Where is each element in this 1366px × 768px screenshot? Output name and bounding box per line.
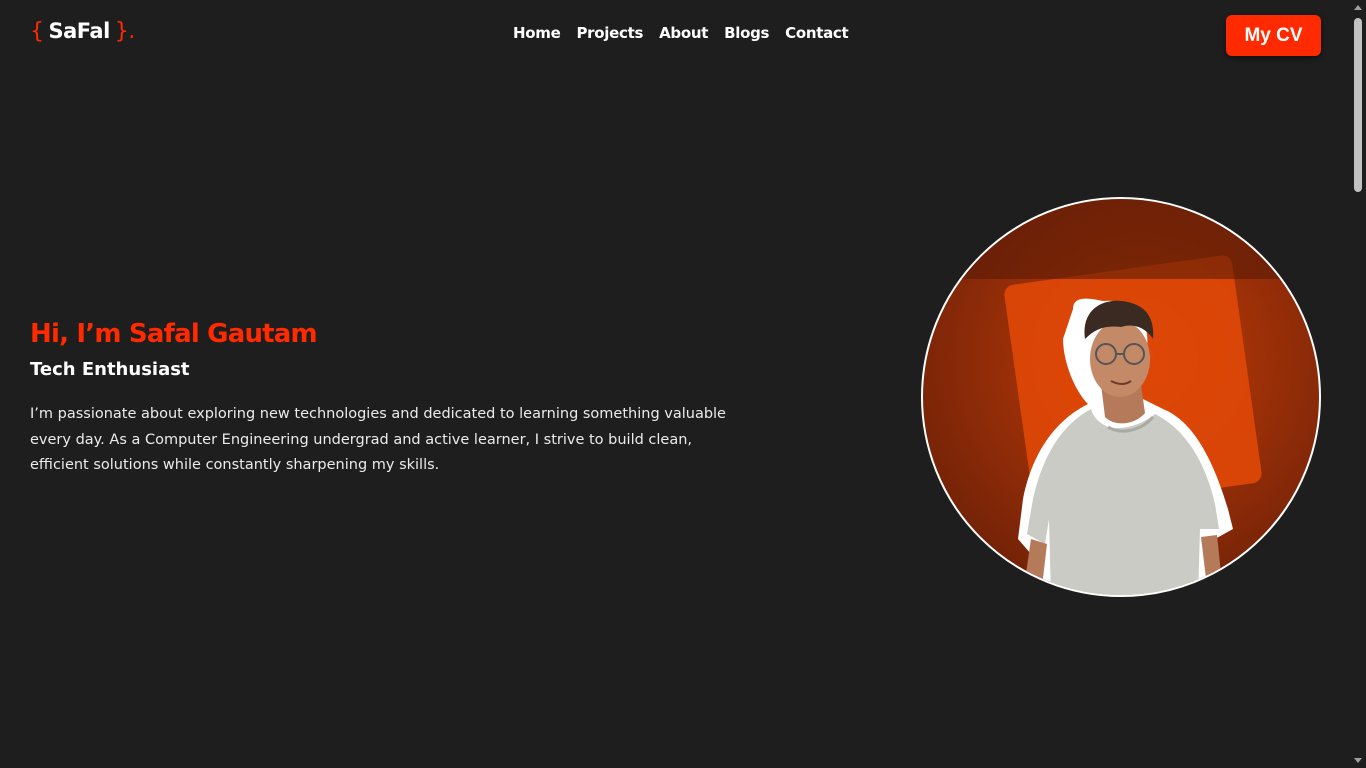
logo-close-brace: }. xyxy=(114,19,136,44)
profile-photo xyxy=(921,197,1321,597)
scroll-thumb[interactable] xyxy=(1354,18,1362,192)
scrollbar[interactable] xyxy=(1350,0,1366,768)
my-cv-button[interactable]: My CV xyxy=(1226,15,1321,56)
nav-about[interactable]: About xyxy=(659,24,708,42)
profile-photo-illustration xyxy=(923,199,1319,595)
logo[interactable]: { SaFal }. xyxy=(30,19,135,44)
hero-description: I’m passionate about exploring new techn… xyxy=(30,406,726,473)
hero-section: Hi, I’m Safal Gautam Tech Enthusiast I’m… xyxy=(30,316,730,479)
logo-open-brace: { xyxy=(30,19,44,44)
navbar: { SaFal }. Home Projects About Blogs Con… xyxy=(0,0,1350,68)
scroll-up-arrow-icon[interactable] xyxy=(1354,5,1362,10)
nav-projects[interactable]: Projects xyxy=(576,24,643,42)
hero-subtitle: Tech Enthusiast xyxy=(30,359,190,380)
nav-blogs[interactable]: Blogs xyxy=(724,24,769,42)
nav-links: Home Projects About Blogs Contact xyxy=(513,24,849,42)
logo-name: SaFal xyxy=(48,19,111,43)
hero-title: Hi, I’m Safal Gautam xyxy=(30,319,318,349)
nav-contact[interactable]: Contact xyxy=(785,24,849,42)
nav-home[interactable]: Home xyxy=(513,24,561,42)
scroll-down-arrow-icon[interactable] xyxy=(1354,758,1362,763)
